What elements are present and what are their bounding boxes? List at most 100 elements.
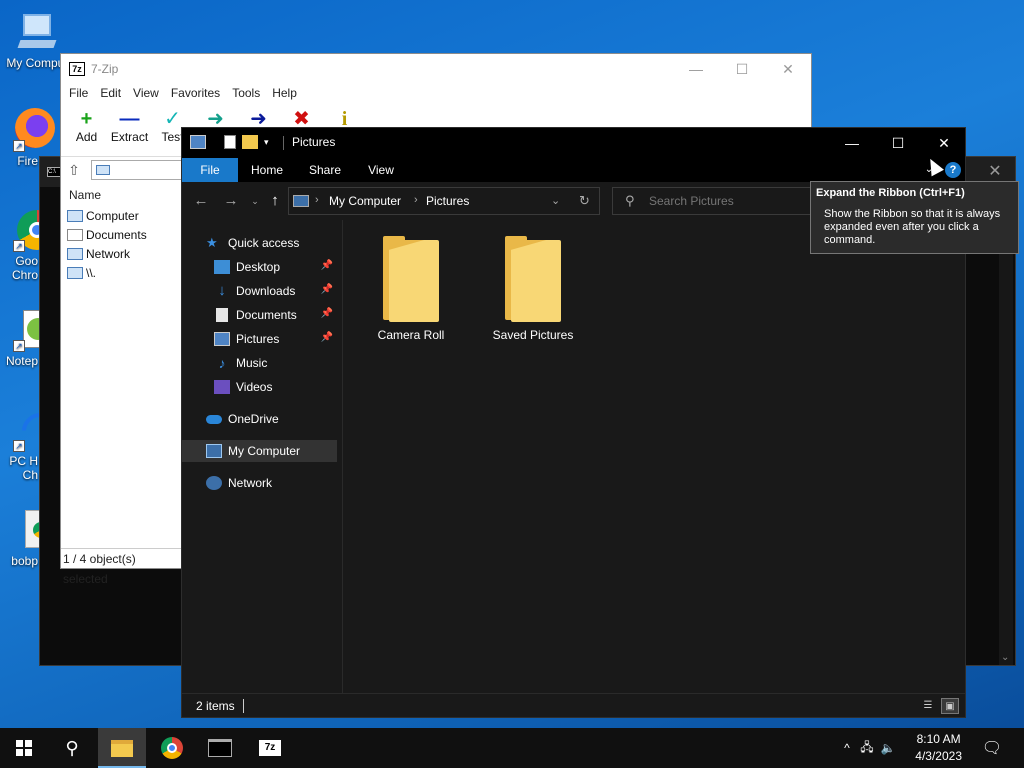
customize-toolbar-icon[interactable]: ▾	[264, 137, 269, 148]
quick-access-toolbar: ▾	[190, 135, 269, 149]
folder-label: Saved Pictures	[492, 328, 574, 342]
explorer-titlebar[interactable]: ▾ Pictures — ☐ ✕	[182, 128, 965, 158]
menu-edit[interactable]: Edit	[94, 84, 127, 104]
clock[interactable]: 8:10 AM 4/3/2023	[915, 731, 962, 765]
status-bar: 1 / 4 object(s) selected	[61, 548, 183, 586]
large-icons-view-icon[interactable]: ▣	[941, 698, 959, 714]
list-item[interactable]: Computer	[61, 206, 183, 225]
list-item[interactable]: \\.	[61, 263, 183, 282]
column-header-name[interactable]: Name	[61, 184, 183, 206]
list-item[interactable]: Documents	[61, 225, 183, 244]
tab-file[interactable]: File	[182, 158, 238, 182]
cmd-icon	[208, 739, 232, 757]
firefox-icon: ↗	[11, 108, 55, 152]
menu-bar: File Edit View Favorites Tools Help	[61, 84, 811, 104]
7zip-logo-icon: 7z	[69, 62, 85, 76]
videos-icon	[214, 380, 230, 394]
search-icon: ⚲	[65, 737, 79, 758]
address-dropdown-icon[interactable]: ⌄	[551, 194, 560, 207]
minimize-button[interactable]: —	[673, 58, 719, 80]
chevron-up-icon[interactable]: ^	[838, 741, 856, 755]
close-button[interactable]: ✕	[921, 128, 967, 158]
help-icon[interactable]: ?	[945, 162, 961, 178]
ribbon-tabs: File Home Share View ⌄ ?	[182, 158, 965, 182]
nav-documents[interactable]: Documents 📌	[182, 304, 337, 326]
menu-tools[interactable]: Tools	[226, 84, 266, 104]
menu-view[interactable]: View	[127, 84, 165, 104]
properties-icon[interactable]	[224, 135, 236, 149]
volume-icon[interactable]: 🔈	[878, 741, 898, 755]
list-item[interactable]: Network	[61, 244, 183, 263]
taskbar-command-prompt[interactable]	[196, 728, 244, 768]
back-arrow-icon[interactable]: ←	[192, 192, 210, 210]
pin-icon[interactable]: 📌	[321, 284, 333, 295]
menu-help[interactable]: Help	[266, 84, 303, 104]
add-button[interactable]: + Add	[65, 104, 108, 156]
address-bar[interactable]: › My Computer › Pictures ⌄ ↻	[288, 187, 600, 215]
refresh-icon[interactable]: ↻	[579, 193, 590, 209]
menu-file[interactable]: File	[63, 84, 94, 104]
list-item-label: Documents	[86, 227, 147, 242]
nav-downloads[interactable]: ↓ Downloads 📌	[182, 280, 337, 302]
network-status-icon[interactable]: 🖧	[856, 738, 878, 759]
nav-onedrive[interactable]: OneDrive	[182, 408, 337, 430]
nav-desktop[interactable]: Desktop 📌	[182, 256, 337, 278]
breadcrumb-my-computer[interactable]: My Computer	[329, 194, 401, 208]
maximize-button[interactable]: ☐	[875, 128, 921, 158]
ribbon-tooltip: Expand the Ribbon (Ctrl+F1) Show the Rib…	[810, 181, 1019, 254]
nav-network[interactable]: Network	[182, 472, 337, 494]
forward-arrow-icon[interactable]: →	[222, 192, 240, 210]
computer-icon	[206, 444, 222, 458]
nav-quick-access[interactable]: ★ Quick access	[182, 232, 337, 254]
tooltip-body: Show the Ribbon so that it is always exp…	[824, 208, 1001, 246]
breadcrumb-separator-icon[interactable]: ›	[414, 194, 418, 206]
close-icon[interactable]: ✕	[985, 162, 1005, 182]
breadcrumb-pictures[interactable]: Pictures	[426, 194, 469, 208]
pin-icon[interactable]: 📌	[321, 260, 333, 271]
computer-icon	[15, 10, 59, 54]
folder-item[interactable]: Saved Pictures	[483, 236, 583, 342]
taskbar-7zip[interactable]: 7z	[246, 728, 294, 768]
clock-date: 4/3/2023	[915, 749, 962, 763]
terminal-scrollbar[interactable]: ⌄	[999, 187, 1013, 665]
chevron-down-icon[interactable]: ⌄	[1001, 652, 1009, 663]
breadcrumb-separator-icon[interactable]: ›	[315, 194, 319, 206]
nav-pictures[interactable]: Pictures 📌	[182, 328, 337, 350]
desktop-icon	[214, 260, 230, 274]
close-button[interactable]: ✕	[765, 58, 811, 80]
extract-button[interactable]: — Extract	[108, 104, 151, 156]
search-input[interactable]	[649, 193, 809, 209]
tab-share[interactable]: Share	[300, 158, 350, 182]
minimize-button[interactable]: —	[829, 128, 875, 158]
windows-logo-icon	[16, 740, 32, 756]
search-box[interactable]: ⚲	[612, 187, 822, 215]
recent-locations-icon[interactable]: ⌄	[246, 192, 264, 210]
search-button[interactable]: ⚲	[48, 728, 96, 768]
nav-videos[interactable]: Videos	[182, 376, 337, 398]
window-title: 7-Zip	[91, 62, 119, 76]
new-folder-icon[interactable]	[242, 135, 258, 149]
taskbar-chrome[interactable]	[148, 728, 196, 768]
pin-icon[interactable]: 📌	[321, 308, 333, 319]
tab-home[interactable]: Home	[242, 158, 292, 182]
up-arrow-icon[interactable]: ↑	[266, 192, 284, 210]
taskbar-file-explorer[interactable]	[98, 728, 146, 768]
path-combobox[interactable]	[91, 160, 186, 180]
tab-view[interactable]: View	[356, 158, 406, 182]
start-button[interactable]	[0, 728, 48, 768]
file-view[interactable]: Camera Roll Saved Pictures	[342, 220, 965, 695]
folder-item[interactable]: Camera Roll	[361, 236, 461, 342]
item-count: 2 items	[196, 699, 235, 713]
up-folder-icon[interactable]: ⇧	[65, 161, 83, 179]
clock-time: 8:10 AM	[916, 732, 961, 746]
maximize-button[interactable]: ☐	[719, 58, 765, 80]
details-view-icon[interactable]: ☰	[919, 698, 937, 714]
nav-music[interactable]: ♪ Music	[182, 352, 337, 374]
list-item-label: Computer	[86, 208, 139, 223]
7zip-titlebar[interactable]: 7z 7-Zip — ☐ ✕	[61, 54, 811, 84]
pin-icon[interactable]: 📌	[321, 332, 333, 343]
menu-favorites[interactable]: Favorites	[165, 84, 226, 104]
nav-my-computer[interactable]: My Computer	[182, 440, 337, 462]
action-center-button[interactable]: 🗨	[968, 728, 1016, 768]
documents-icon	[216, 308, 228, 322]
